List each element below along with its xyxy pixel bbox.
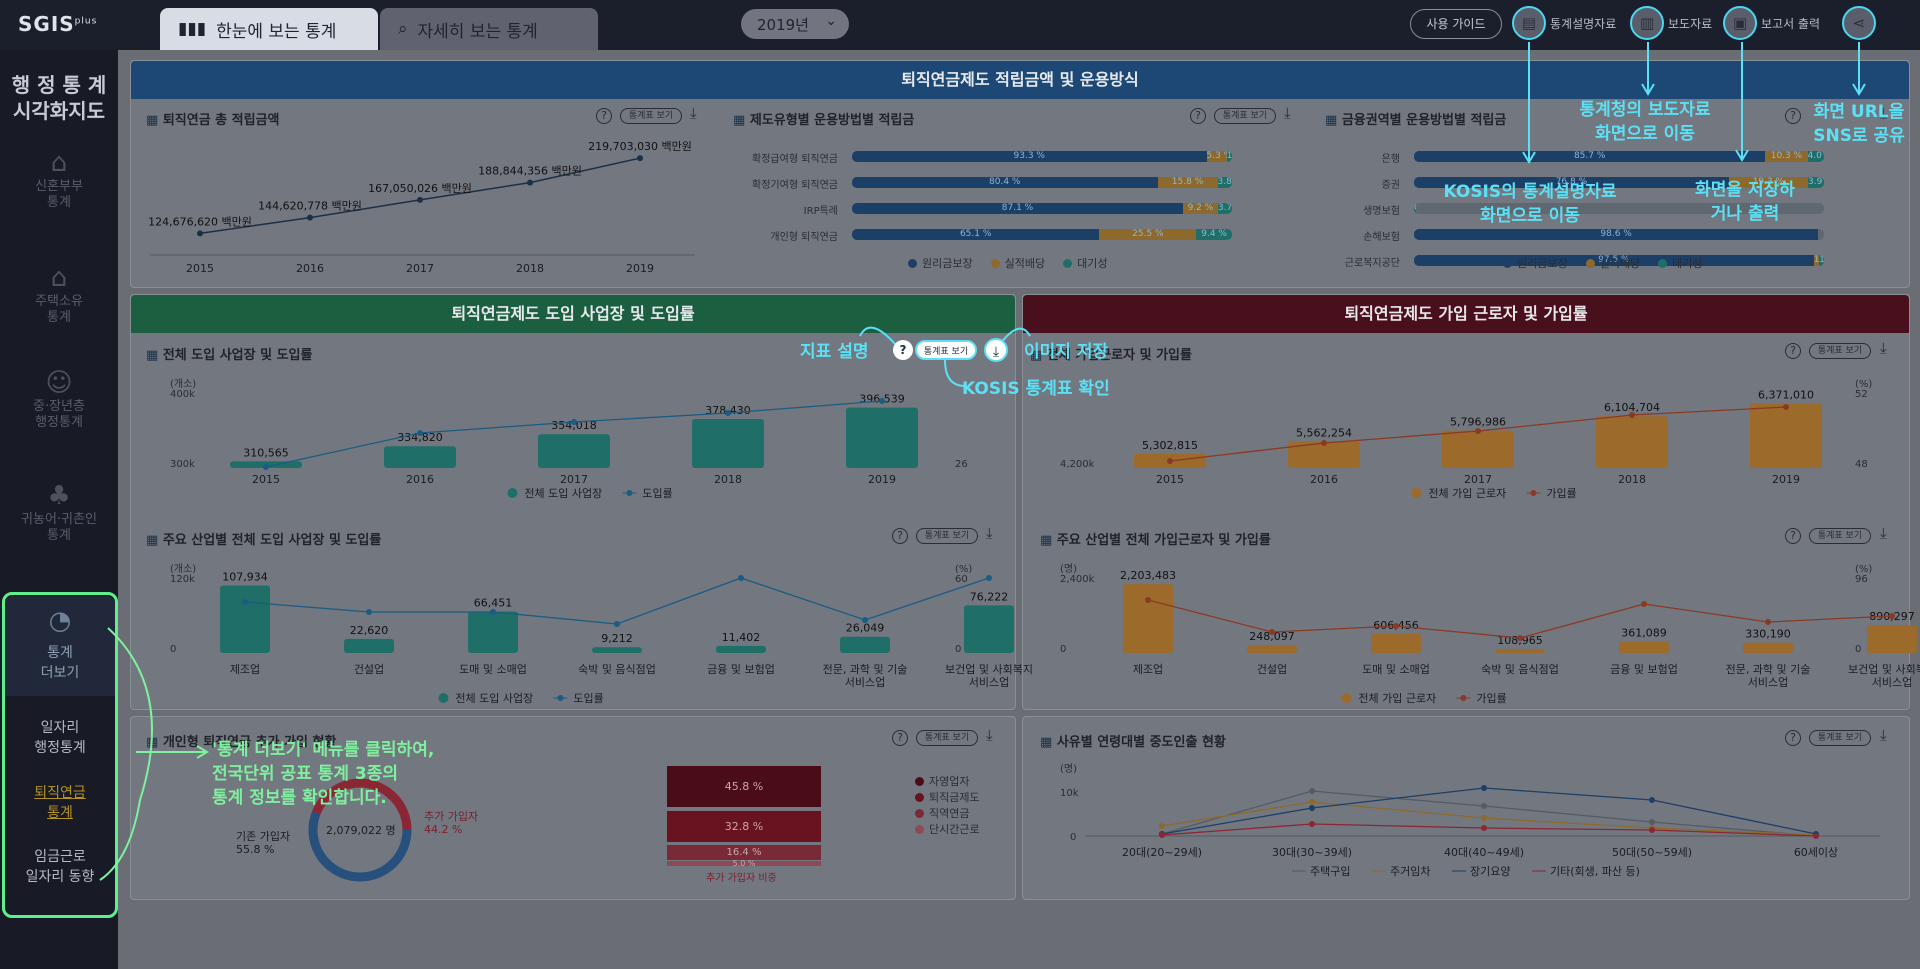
- annotation-more-3: 통계 정보를 확인합니다.: [212, 788, 387, 808]
- annotation-kosis-desc: KOSIS의 통계설명자료 화면으로 이동: [1443, 182, 1617, 226]
- annotation-stattable: KOSIS 통계표 확인: [962, 379, 1110, 399]
- annotation-report: 화면을 저장하거나 출력: [1695, 180, 1795, 224]
- annotation-share: 화면 URL을 SNS로 공유: [1813, 102, 1905, 146]
- download-icon-demo[interactable]: ⤓: [984, 338, 1008, 362]
- annotation-press: 통계청의 보도자료 화면으로 이동: [1579, 100, 1711, 144]
- annotation-help: 지표 설명: [800, 342, 869, 362]
- annotation-more-2: 전국단위 공표 통계 3종의: [212, 764, 398, 784]
- stat-table-button-demo[interactable]: 통계표 보기: [915, 340, 977, 360]
- annotation-more-1: '통계 더보기' 메뉴를 클릭하여,: [212, 740, 435, 760]
- help-button-demo[interactable]: ?: [893, 340, 913, 360]
- annotation-download: 이미지 저장: [1024, 342, 1109, 362]
